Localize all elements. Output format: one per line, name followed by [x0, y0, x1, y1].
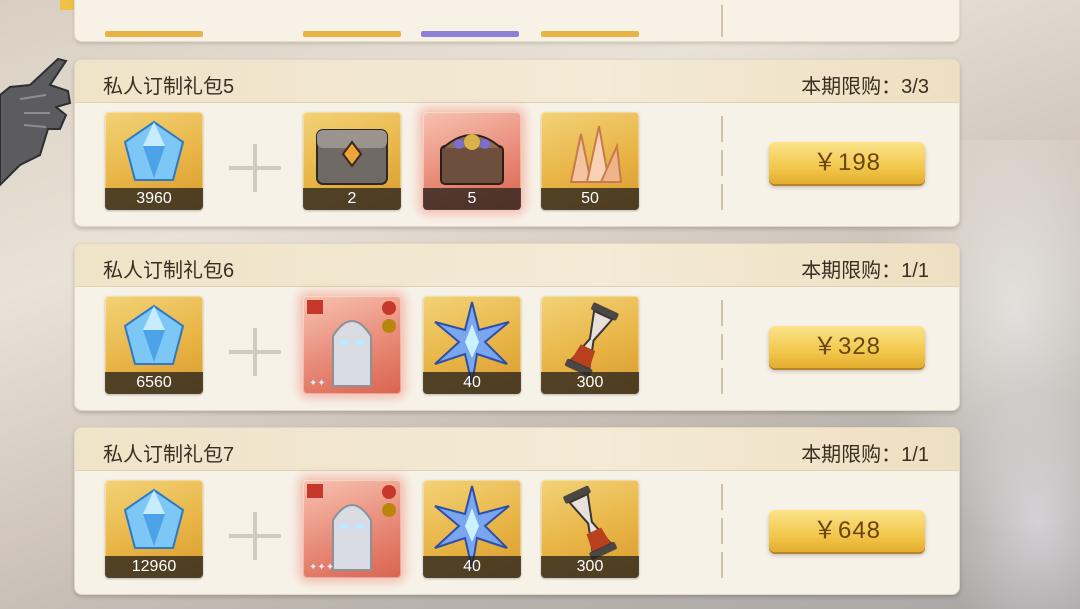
item-count: 5: [423, 188, 521, 210]
gift-pack-card: 私人订制礼包7 本期限购：1/1 12960 ✦✦✦ 40 300 ￥648: [74, 427, 960, 595]
gift-pack-header: 私人订制礼包7 本期限购：1/1: [75, 428, 959, 471]
item-count: 6560: [105, 372, 203, 394]
gift-pack-header: 私人订制礼包6 本期限购：1/1: [75, 244, 959, 287]
buy-button[interactable]: ￥648: [769, 510, 925, 552]
gift-pack-name: 私人订制礼包6: [103, 260, 235, 282]
item-slot[interactable]: 40: [423, 480, 521, 578]
divider: [721, 484, 723, 580]
item-slot[interactable]: 6560: [105, 296, 203, 394]
purchase-limit: 本期限购：1/1: [801, 260, 929, 282]
divider: [721, 300, 723, 396]
item-count: 40: [423, 372, 521, 394]
item-slot[interactable]: 5: [423, 112, 521, 210]
svg-text:✦✦✦: ✦✦✦: [309, 562, 334, 573]
svg-text:✦✦: ✦✦: [309, 378, 326, 389]
item-count: 300: [541, 372, 639, 394]
item-count: 40: [423, 556, 521, 578]
plus-icon: [229, 512, 281, 564]
buy-button[interactable]: ￥198: [769, 142, 925, 184]
item-slot[interactable]: 2: [303, 112, 401, 210]
item-slot[interactable]: 40: [423, 296, 521, 394]
previous-pack-card: [74, 0, 960, 42]
item-count: 50: [541, 188, 639, 210]
purchase-limit: 本期限购：3/3: [801, 76, 929, 98]
background-cloud: [940, 389, 1080, 609]
item-count: 12960: [105, 556, 203, 578]
buy-button[interactable]: ￥328: [769, 326, 925, 368]
hero-portrait-icon: ✦✦✦: [307, 484, 396, 573]
item-count: 300: [541, 556, 639, 578]
item-slot[interactable]: ✦✦: [303, 296, 401, 394]
purchase-limit: 本期限购：1/1: [801, 444, 929, 466]
item-count: 2: [303, 188, 401, 210]
item-slot[interactable]: 3960: [105, 112, 203, 210]
divider: [721, 116, 723, 212]
plus-icon: [229, 328, 281, 380]
plus-icon: [229, 144, 281, 196]
item-slot[interactable]: ✦✦✦: [303, 480, 401, 578]
item-slot[interactable]: 50: [541, 112, 639, 210]
gift-pack-card: 私人订制礼包5 本期限购：3/3 3960 2 5 50 ￥198: [74, 59, 960, 227]
hero-portrait-icon: ✦✦: [307, 300, 396, 389]
item-slot[interactable]: 12960: [105, 480, 203, 578]
pointing-hand-icon: [0, 57, 72, 187]
gift-pack-header: 私人订制礼包5 本期限购：3/3: [75, 60, 959, 103]
gift-pack-name: 私人订制礼包5: [103, 76, 235, 98]
gift-pack-name: 私人订制礼包7: [103, 444, 235, 466]
gift-pack-card: 私人订制礼包6 本期限购：1/1 6560 ✦✦ 40 300 ￥328: [74, 243, 960, 411]
item-slot[interactable]: 300: [541, 480, 639, 578]
item-slot[interactable]: 300: [541, 296, 639, 394]
item-count: 3960: [105, 188, 203, 210]
